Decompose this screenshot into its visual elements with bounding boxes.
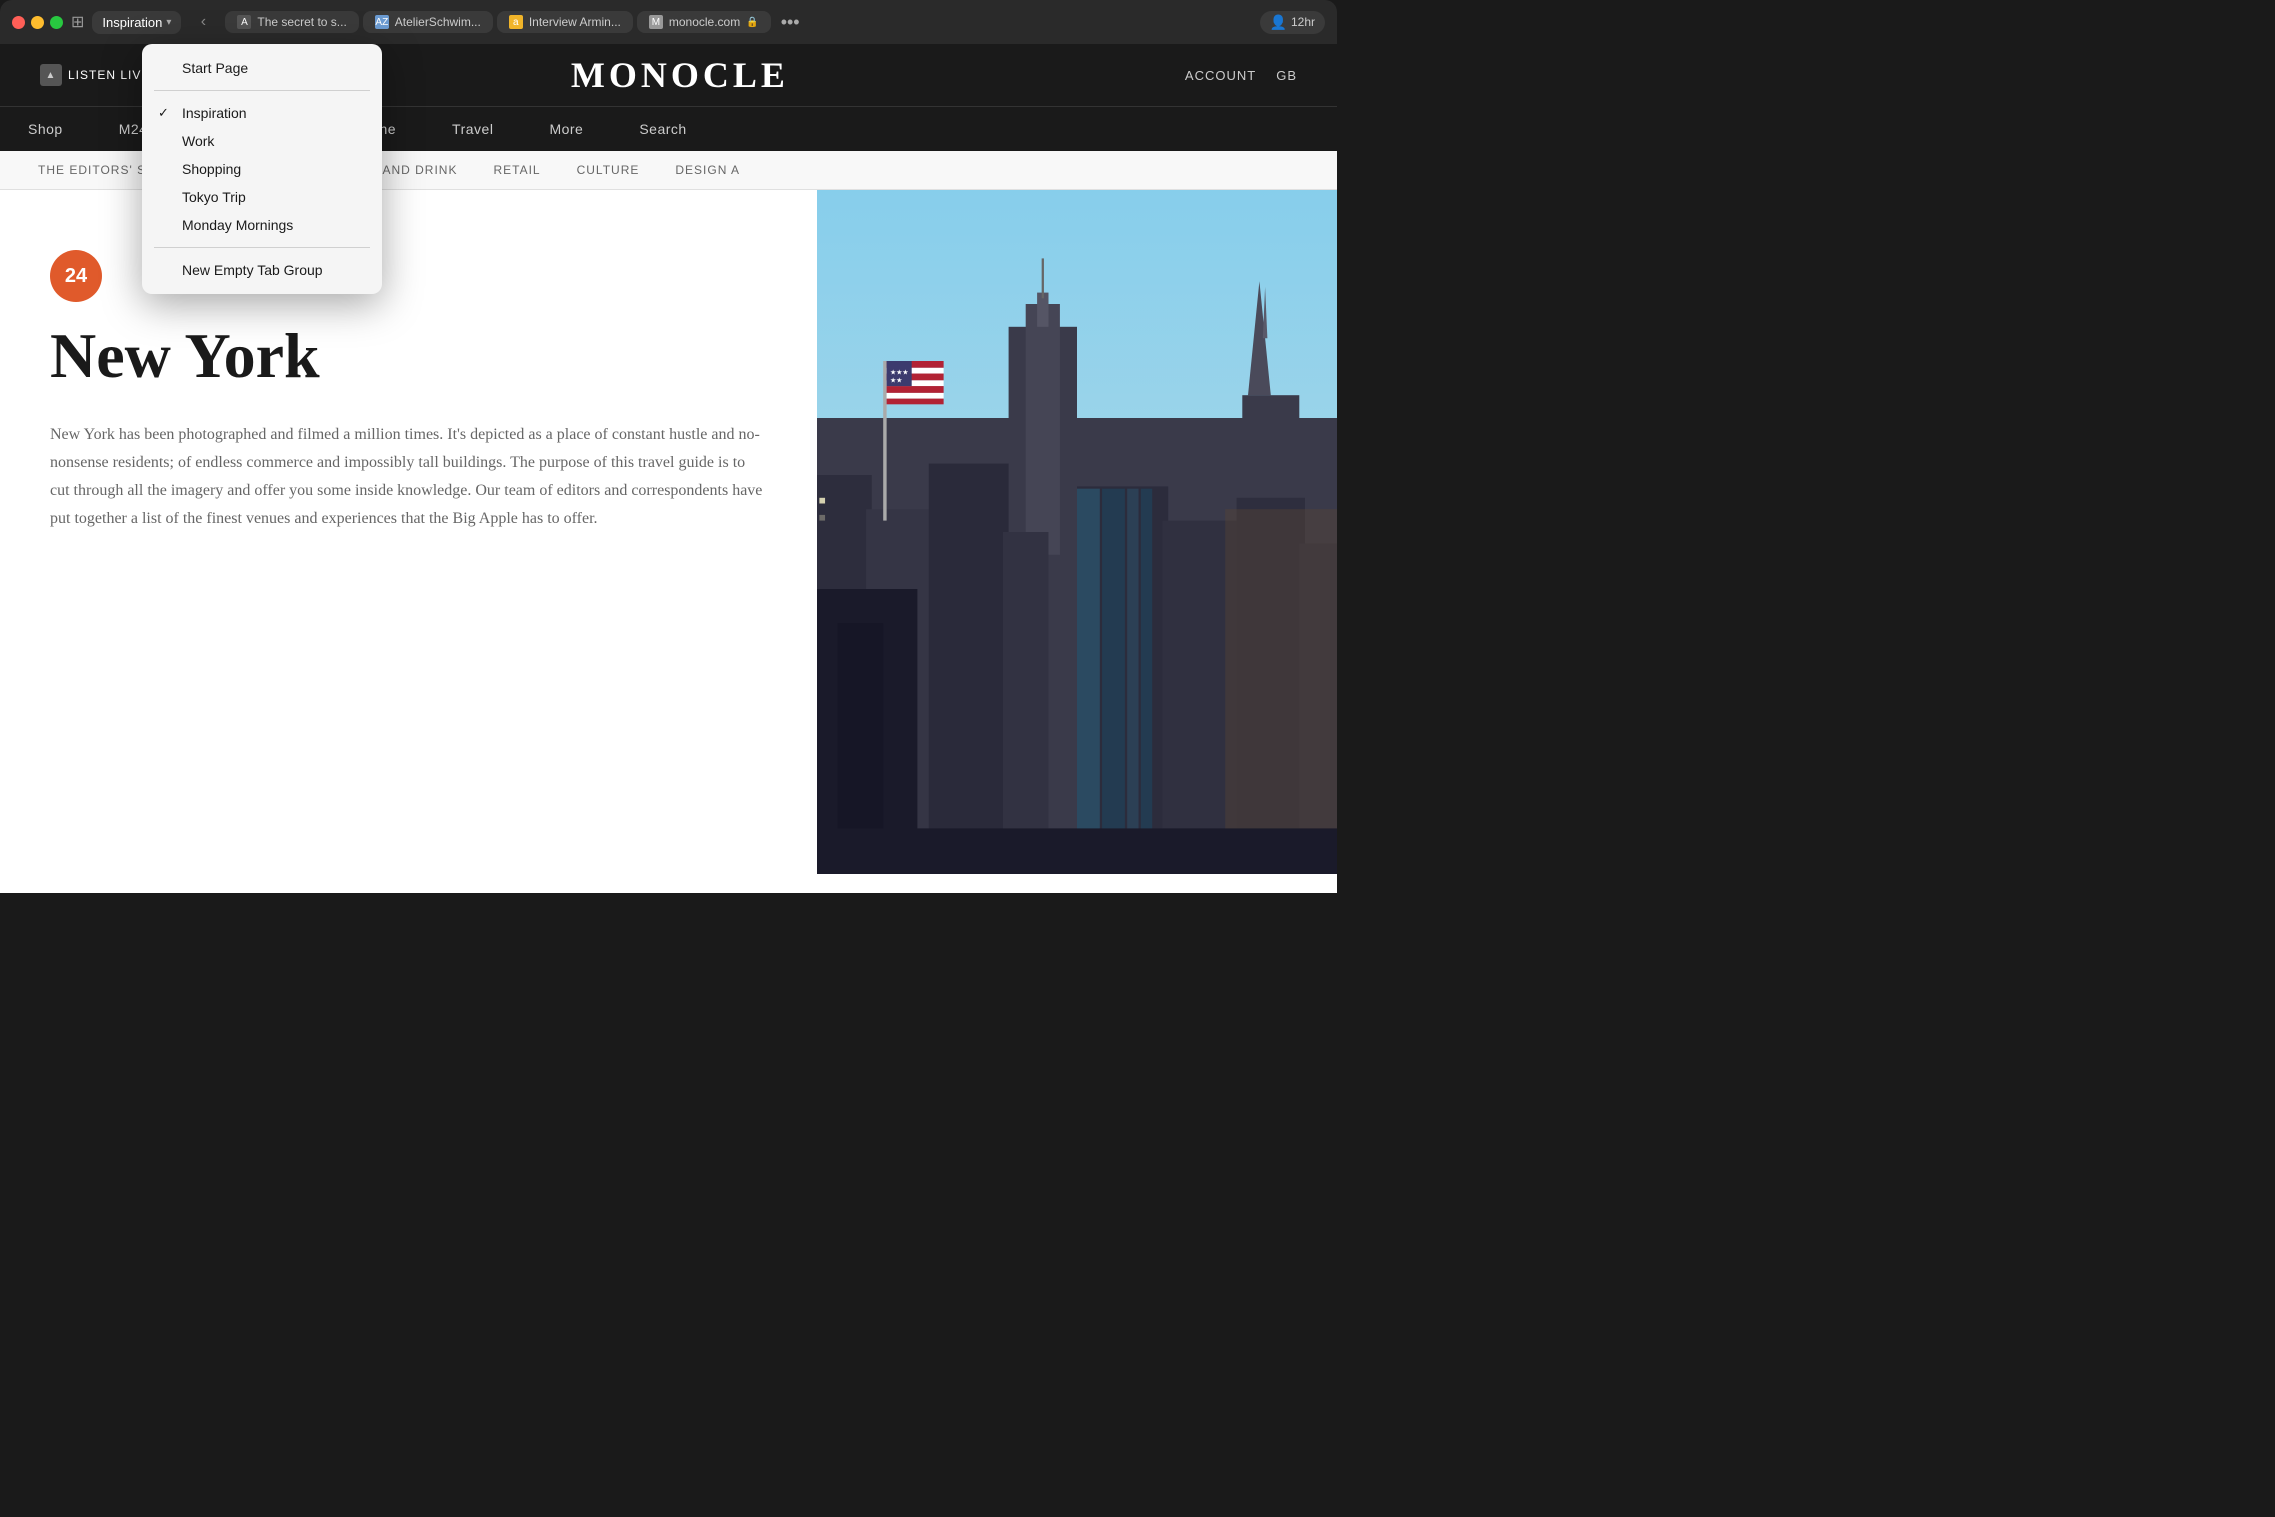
svg-text:★★: ★★: [890, 377, 902, 385]
dropdown-divider-1: [154, 90, 370, 91]
content-left: 24 New York New York has been photograph…: [0, 190, 817, 874]
nav-back-button[interactable]: ‹: [189, 8, 217, 36]
account-link[interactable]: ACCOUNT: [1185, 68, 1256, 83]
profile-icon: 👤: [1270, 14, 1287, 31]
traffic-lights: [12, 16, 63, 29]
tab-favicon-monocle: M: [649, 15, 663, 29]
svg-text:★★★: ★★★: [890, 369, 908, 377]
tab-3-label: Interview Armin...: [529, 15, 621, 29]
tab-group-button[interactable]: Inspiration ▾: [92, 11, 181, 34]
listen-live-label: LISTEN LIVE: [68, 68, 150, 82]
chevron-down-icon: ▾: [166, 17, 171, 28]
dropdown-divider-2: [154, 247, 370, 248]
maximize-button[interactable]: [50, 16, 63, 29]
tab-3[interactable]: a Interview Armin...: [497, 11, 633, 33]
nav-item-search[interactable]: Search: [611, 107, 714, 151]
tab-favicon-secret: A: [237, 15, 251, 29]
tab-2-label: AtelierSchwim...: [395, 15, 481, 29]
issue-number: 24: [50, 250, 102, 302]
sub-nav-design[interactable]: DESIGN A: [657, 151, 758, 189]
nav-item-shop[interactable]: Shop: [0, 107, 91, 151]
dropdown-item-inspiration[interactable]: ✓ Inspiration: [142, 99, 382, 127]
tab-favicon-atelier: AZ: [375, 15, 389, 29]
lock-icon: 🔒: [746, 17, 758, 28]
dropdown-item-new-empty-tab-group[interactable]: New Empty Tab Group: [142, 256, 382, 284]
monocle-logo: MONOCLE: [571, 54, 789, 96]
article-body: New York has been photographed and filme…: [50, 421, 767, 533]
titlebar-right: 👤 12hr: [1260, 11, 1325, 34]
tab-group-label: Inspiration: [102, 15, 162, 30]
tab-4-label: monocle.com: [669, 15, 740, 29]
work-label: Work: [182, 133, 214, 149]
dropdown-item-monday-mornings[interactable]: Monday Mornings: [142, 211, 382, 239]
tokyo-trip-label: Tokyo Trip: [182, 189, 246, 205]
close-button[interactable]: [12, 16, 25, 29]
sub-nav-retail[interactable]: RETAIL: [475, 151, 558, 189]
tab-group-dropdown: Start Page ✓ Inspiration Work Shopping T…: [142, 44, 382, 294]
nyc-skyline-svg: ★★★ ★★: [817, 190, 1337, 874]
tab-4[interactable]: M monocle.com 🔒: [637, 11, 771, 33]
article-title: New York: [50, 322, 767, 389]
listen-live-icon: ▲: [40, 64, 62, 86]
dropdown-item-tokyo-trip[interactable]: Tokyo Trip: [142, 183, 382, 211]
check-mark-icon: ✓: [158, 105, 172, 121]
gb-link[interactable]: GB: [1276, 68, 1297, 83]
content-right: ★★★ ★★: [817, 190, 1337, 874]
sub-nav-culture[interactable]: CULTURE: [559, 151, 658, 189]
shopping-label: Shopping: [182, 161, 241, 177]
sidebar-toggle-icon[interactable]: ⊞: [71, 12, 84, 32]
start-page-label: Start Page: [182, 60, 248, 76]
hero-image: ★★★ ★★: [817, 190, 1337, 874]
dropdown-item-shopping[interactable]: Shopping: [142, 155, 382, 183]
more-tabs-button[interactable]: •••: [775, 12, 806, 33]
nav-item-travel[interactable]: Travel: [424, 107, 521, 151]
dropdown-section-bottom: New Empty Tab Group: [142, 252, 382, 288]
tab-2[interactable]: AZ AtelierSchwim...: [363, 11, 493, 33]
monday-mornings-label: Monday Mornings: [182, 217, 293, 233]
titlebar: ⊞ Inspiration ▾ ‹ A The secret to s... A…: [0, 0, 1337, 44]
dropdown-section-groups: ✓ Inspiration Work Shopping Tokyo Trip M…: [142, 95, 382, 243]
dropdown-section-top: Start Page: [142, 50, 382, 86]
tabs-area: A The secret to s... AZ AtelierSchwim...…: [225, 11, 1251, 33]
header-right-links: ACCOUNT GB: [1185, 68, 1297, 83]
new-empty-tab-group-label: New Empty Tab Group: [182, 262, 323, 278]
dropdown-item-start-page[interactable]: Start Page: [142, 54, 382, 82]
nav-item-more[interactable]: More: [521, 107, 611, 151]
tab-1-label: The secret to s...: [257, 15, 346, 29]
time-label: 12hr: [1291, 15, 1315, 29]
minimize-button[interactable]: [31, 16, 44, 29]
time-badge: 👤 12hr: [1260, 11, 1325, 34]
tab-favicon-interview: a: [509, 15, 523, 29]
tab-1[interactable]: A The secret to s...: [225, 11, 358, 33]
inspiration-label: Inspiration: [182, 105, 247, 121]
dropdown-item-work[interactable]: Work: [142, 127, 382, 155]
